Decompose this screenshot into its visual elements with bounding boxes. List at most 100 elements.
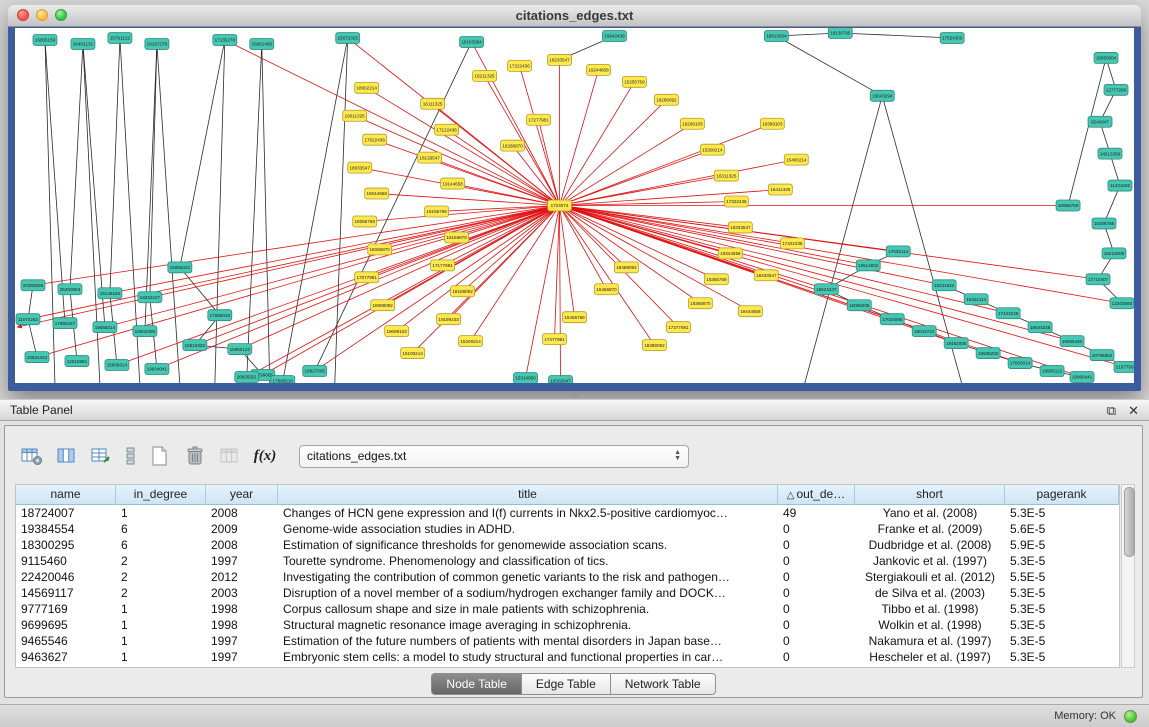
graph-node[interactable]: 19960441 <box>1070 372 1094 383</box>
citation-edge-black[interactable] <box>840 33 952 38</box>
citation-edge-black[interactable] <box>150 44 157 297</box>
graph-node[interactable]: 16366870 <box>688 298 712 309</box>
table-row[interactable]: 969969511998Structural magnetic resonanc… <box>16 617 1119 633</box>
table-row[interactable]: 2242004622012Investigating the contribut… <box>16 569 1119 585</box>
graph-node[interactable]: 15905014 <box>105 360 129 371</box>
graph-node[interactable]: 15155769 <box>425 206 449 217</box>
graph-node[interactable]: 17625114 <box>886 246 910 257</box>
citation-edge-black[interactable] <box>215 40 225 383</box>
network-graph[interactable]: 1605515916402131157611221615727817135278… <box>15 28 1134 383</box>
graph-node[interactable]: 15100214 <box>401 348 425 359</box>
citation-edge-black[interactable] <box>804 96 882 383</box>
memory-status-led[interactable] <box>1124 710 1137 723</box>
split-pane-handle[interactable] <box>570 394 579 398</box>
graph-node[interactable]: 15231622 <box>932 280 956 291</box>
graph-node[interactable]: 19482005 <box>944 338 968 349</box>
table-row[interactable]: 911546021997Tourette syndrome. Phenomeno… <box>16 553 1119 569</box>
graph-node[interactable]: 16961428 <box>250 38 274 49</box>
graph-node[interactable]: 18813034 <box>764 30 788 41</box>
graph-node[interactable]: 16055322 <box>168 262 192 273</box>
graph-node[interactable]: 15400214 <box>784 154 808 165</box>
close-panel-icon[interactable]: ✕ <box>1128 404 1139 417</box>
citation-edge-black[interactable] <box>335 38 348 383</box>
graph-node[interactable]: 15950004 <box>1094 52 1118 63</box>
column-header-short[interactable]: short <box>855 485 1005 505</box>
column-header-title[interactable]: title <box>278 485 778 505</box>
graph-node[interactable]: 18388092 <box>642 340 666 351</box>
citation-edge-black[interactable] <box>1068 58 1106 206</box>
column-header-in-degree[interactable]: in_degree <box>116 485 206 505</box>
citation-edge-red[interactable] <box>17 206 560 328</box>
graph-node[interactable]: 16055159 <box>33 34 57 45</box>
graph-node[interactable]: 17022436 <box>363 134 387 145</box>
graph-node[interactable]: 20360059 <box>21 280 45 291</box>
graph-node[interactable]: 9244347 <box>1088 116 1112 127</box>
graph-node[interactable]: 21877664 <box>1114 362 1134 373</box>
graph-node[interactable]: 19004041 <box>145 364 169 375</box>
graph-node[interactable]: 18233547 <box>548 54 572 65</box>
graph-node[interactable]: 18288092 <box>654 94 678 105</box>
graph-node[interactable]: 15902395 <box>133 326 157 337</box>
float-panel-icon[interactable]: ⧉ <box>1107 404 1116 417</box>
citation-edge-red[interactable] <box>315 206 560 372</box>
tab-network-table[interactable]: Network Table <box>611 673 716 695</box>
graph-node[interactable]: 15958759 <box>1056 200 1080 211</box>
citation-edge-red[interactable] <box>110 206 560 294</box>
graph-node[interactable]: 1724074 <box>548 200 572 211</box>
citation-edge-black[interactable] <box>110 38 120 293</box>
column-header-year[interactable]: year <box>206 485 278 505</box>
table-row[interactable]: 1456911722003Disruption of a novel membe… <box>16 585 1119 601</box>
table-row[interactable]: 946554611997Estimation of the future num… <box>16 633 1119 649</box>
citation-edge-black[interactable] <box>70 44 83 289</box>
graph-node[interactable]: 19565014 <box>93 322 117 333</box>
citation-edge-black[interactable] <box>180 267 220 315</box>
graph-node[interactable]: 19199103 <box>437 314 461 325</box>
minimize-window-button[interactable] <box>36 9 48 21</box>
citation-edge-red[interactable] <box>560 206 1009 314</box>
citation-edge-black[interactable] <box>776 36 882 96</box>
graph-node[interactable]: 25260553 <box>58 284 82 295</box>
import-table-icon[interactable] <box>217 443 243 469</box>
graph-node[interactable]: 19643294 <box>870 90 894 101</box>
graph-node[interactable]: 16402131 <box>71 38 95 49</box>
graph-node[interactable]: 15761122 <box>108 32 132 43</box>
citation-edge-black[interactable] <box>83 44 105 327</box>
graph-node[interactable]: 14513359 <box>1098 148 1122 159</box>
network-table-selector[interactable]: citations_edges.txt ▲▼ <box>299 445 689 468</box>
graph-node[interactable]: 19655440 <box>1060 336 1084 347</box>
graph-node[interactable]: 10634343 <box>25 352 49 363</box>
graph-node[interactable]: 17277981 <box>527 114 551 125</box>
graph-node[interactable]: 20766552 <box>1090 350 1114 361</box>
citation-edge-black[interactable] <box>157 44 180 383</box>
graph-node[interactable]: 15055769 <box>353 216 377 227</box>
graph-node[interactable]: 16210009 <box>1102 248 1126 259</box>
graph-node[interactable]: 17477981 <box>543 334 567 345</box>
graph-node[interactable]: 18033547 <box>348 162 372 173</box>
graph-node[interactable]: 16322114 <box>964 294 988 305</box>
graph-node[interactable]: 15950122 <box>228 344 252 355</box>
scrollbar-thumb[interactable] <box>1124 487 1135 557</box>
table-row[interactable]: 946362711997Embryonic stem cells: a mode… <box>16 649 1119 665</box>
graph-node[interactable]: 15672325 <box>336 32 360 43</box>
graph-node[interactable]: 18163384 <box>460 36 484 47</box>
citation-edge-black[interactable] <box>145 44 157 331</box>
graph-node[interactable]: 16642439 <box>602 30 626 41</box>
citation-edge-black[interactable] <box>45 40 55 383</box>
table-settings-icon[interactable] <box>19 443 45 469</box>
graph-node[interactable]: 17095015 <box>208 310 232 321</box>
citation-edge-black[interactable] <box>180 40 225 267</box>
graph-node[interactable]: 17377981 <box>666 322 690 333</box>
graph-node[interactable]: 17998437 <box>53 318 77 329</box>
graph-node[interactable]: 16466870 <box>594 284 618 295</box>
graph-node[interactable]: 16411325 <box>768 184 792 195</box>
citation-edge-red[interactable] <box>397 206 560 332</box>
citation-edge-red[interactable] <box>560 206 1122 304</box>
citation-edge-red[interactable] <box>560 206 561 382</box>
graph-node[interactable]: 16055205 <box>847 300 871 311</box>
graph-node[interactable]: 18905112 <box>1040 366 1064 377</box>
graph-node[interactable]: 17024095 <box>880 314 904 325</box>
graph-node[interactable]: 17322436 <box>724 196 748 207</box>
graph-node[interactable]: 19444658 <box>738 306 762 317</box>
graph-node[interactable]: 15255769 <box>622 76 646 87</box>
graph-node[interactable]: 16111325 <box>421 98 445 109</box>
